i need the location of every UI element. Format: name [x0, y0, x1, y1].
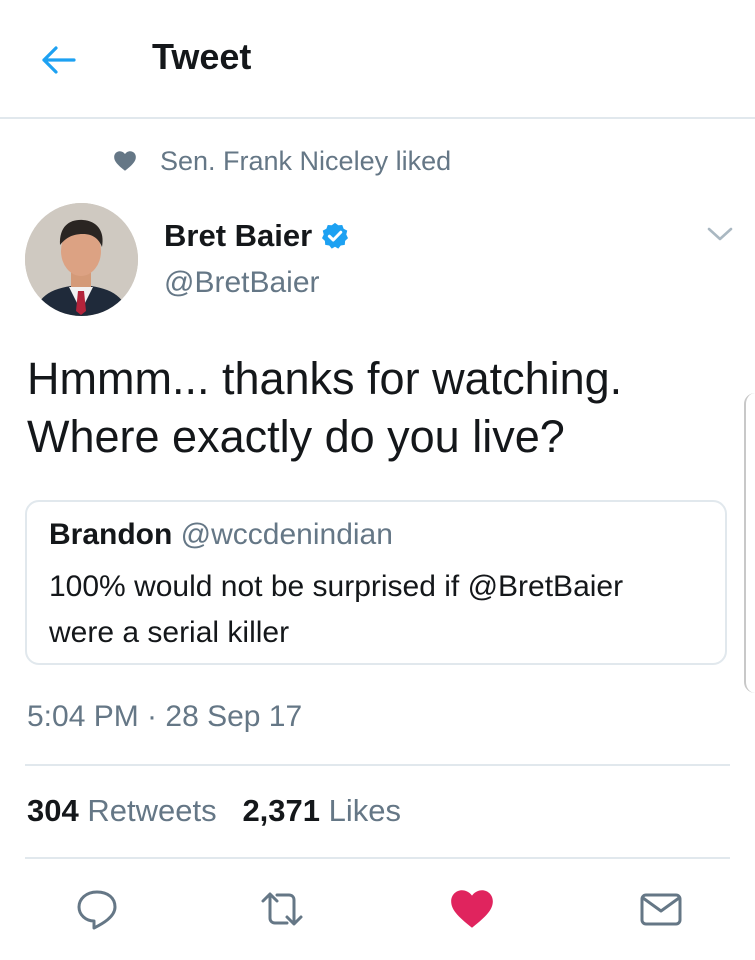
tweet-text-line: Hmmm... thanks for watching. [27, 353, 623, 404]
reply-icon [77, 890, 117, 930]
likes-label: Likes [328, 793, 402, 828]
quoted-tweet-text: 100% would not be surprised if @BretBaie… [49, 564, 719, 656]
tweet-stats: 304 Retweets 2,371 Likes [27, 793, 401, 829]
divider [25, 857, 730, 859]
quoted-tweet-line: 100% would not be surprised if @BretBaie… [49, 570, 624, 603]
reply-button[interactable] [72, 884, 122, 934]
heart-icon [451, 890, 493, 928]
retweets-label: Retweets [87, 793, 217, 828]
retweets-stat[interactable]: 304 Retweets [27, 793, 217, 828]
quoted-tweet-header: Brandon @wccdenindian [49, 518, 393, 552]
divider [25, 764, 730, 766]
author-name-row[interactable]: Bret Baier [164, 218, 350, 254]
like-button[interactable] [447, 884, 497, 934]
more-options-button[interactable] [700, 218, 740, 250]
retweet-icon [261, 892, 303, 926]
retweet-button[interactable] [257, 884, 307, 934]
arrow-left-icon [42, 46, 76, 74]
author-name: Bret Baier [164, 218, 313, 253]
author-handle[interactable]: @BretBaier [164, 266, 320, 300]
quoted-tweet-line: were a serial killer [49, 616, 290, 649]
chevron-down-icon [707, 227, 733, 241]
likes-count: 2,371 [242, 793, 321, 828]
social-context-text: Sen. Frank Niceley liked [160, 145, 452, 176]
tweet-timestamp[interactable]: 5:04 PM · 28 Sep 17 [27, 700, 302, 734]
envelope-icon [640, 893, 682, 926]
header-bar: Tweet [0, 0, 755, 119]
direct-message-button[interactable] [636, 884, 686, 934]
quoted-author-name: Brandon [49, 518, 173, 551]
back-button[interactable] [36, 38, 80, 82]
heart-icon [114, 151, 136, 171]
avatar-image [25, 203, 138, 316]
scrollbar[interactable] [744, 393, 755, 693]
quoted-tweet[interactable]: Brandon @wccdenindian 100% would not be … [25, 500, 727, 665]
avatar[interactable] [25, 203, 138, 316]
quoted-author-handle: @wccdenindian [180, 518, 393, 551]
likes-stat[interactable]: 2,371 Likes [242, 793, 401, 828]
retweets-count: 304 [27, 793, 79, 828]
social-context[interactable]: Sen. Frank Niceley liked [112, 143, 451, 179]
tweet-text-line: Where exactly do you live? [27, 411, 565, 462]
verified-badge-icon [322, 222, 349, 249]
page-title: Tweet [152, 36, 252, 77]
tweet-text: Hmmm... thanks for watching. Where exact… [27, 350, 737, 466]
